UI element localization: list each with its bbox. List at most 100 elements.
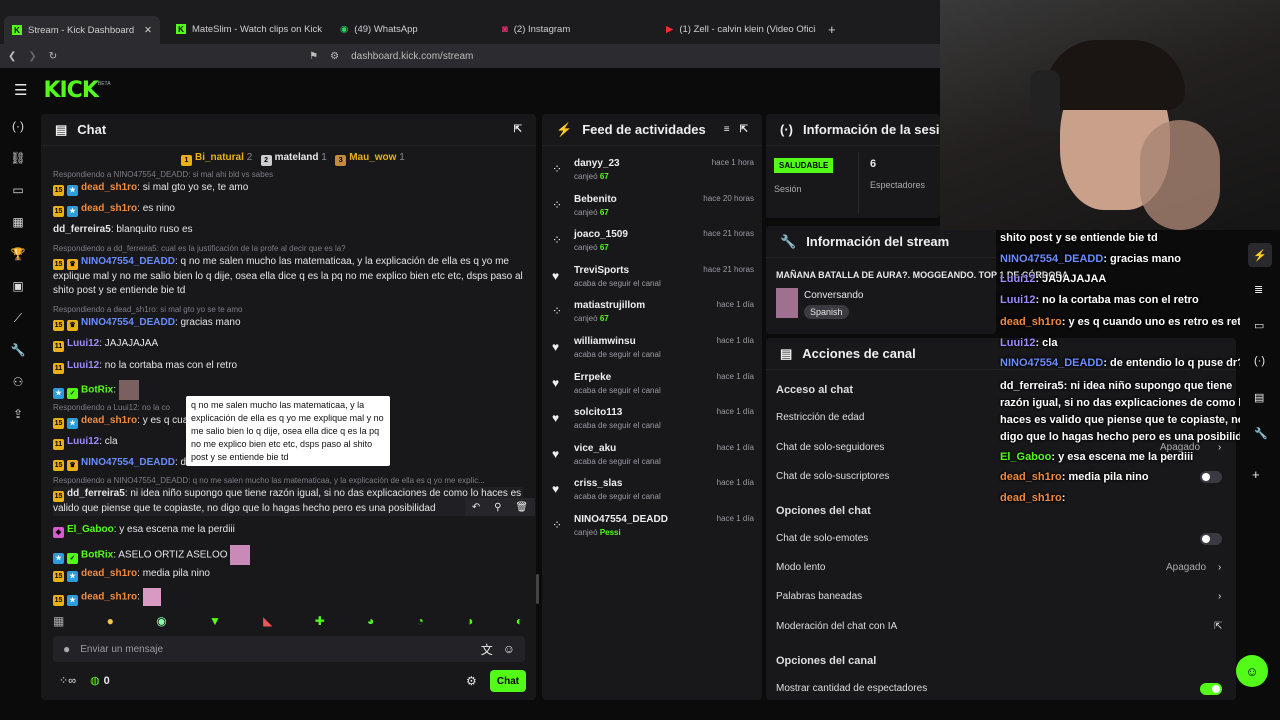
feed-item[interactable]: ♥ TreviSports acaba de seguir el canal hac… [552, 265, 754, 299]
chevron-right-icon[interactable]: › [1218, 562, 1221, 573]
show-viewers-row[interactable]: Mostrar cantidad de espectadores [776, 683, 927, 694]
emote-icon[interactable]: ● [107, 614, 114, 630]
filter-icon[interactable]: ≡ [724, 124, 730, 135]
close-icon[interactable]: ✕ [144, 25, 152, 36]
wrench-icon[interactable]: 🔧 [1254, 427, 1268, 440]
chat-message[interactable]: 15 ★ dead_sh1ro: es nino [53, 202, 523, 217]
trophy-icon[interactable]: 🏆 [8, 244, 28, 264]
feed-username[interactable]: Bebenito [574, 194, 617, 205]
chat-message[interactable]: dd_ferreira5: blanquito ruso es [53, 223, 523, 237]
link-icon[interactable]: ⛓ [8, 148, 28, 168]
analytics-icon[interactable]: ⟋ [8, 308, 28, 328]
screen-icon[interactable]: ▭ [1254, 319, 1264, 332]
reply-icon[interactable]: ↶ [472, 502, 480, 513]
window-icon[interactable]: ▭ [8, 180, 28, 200]
delete-icon[interactable]: 🗑 [515, 502, 528, 513]
emote-icon[interactable]: ◉ [156, 614, 166, 630]
chat-message[interactable]: 11 Luui12: no la cortaba mas con el retro [53, 359, 523, 374]
feed-username[interactable]: vice_aku [574, 443, 616, 454]
emote-icon[interactable]: ◑ [466, 614, 473, 630]
feed-username[interactable]: williamwinsu [574, 336, 636, 347]
slow-mode-row[interactable]: Modo lento [776, 562, 825, 573]
popout-icon[interactable]: ⇱ [514, 124, 522, 135]
send-chat-button[interactable]: Chat [490, 670, 526, 692]
chat-message[interactable]: 15 ♛ NINO47554_DEADD: q no me salen mucho … [53, 255, 523, 298]
emote-icon[interactable]: ◣ [263, 614, 272, 630]
chat-message[interactable]: 15 ★ dead_sh1ro: si mal gto yo se, te amo [53, 181, 523, 196]
feed-username[interactable]: danyy_23 [574, 158, 620, 169]
chat-message[interactable]: 15 ♛ NINO47554_DEADD: gracias mano [53, 316, 523, 331]
feed-item[interactable]: ⁘ matiastrujillom canjeó 67 hace 1 día [552, 300, 754, 334]
feed-username[interactable]: matiastrujillom [574, 300, 645, 311]
translate-icon[interactable]: 文 [481, 641, 493, 658]
feed-item[interactable]: ⁘ NINO47554_DEADD canjeó Pessi hace 1 día [552, 514, 754, 548]
url-field[interactable]: dashboard.kick.com/stream [351, 51, 473, 62]
lightning-icon[interactable]: ⚡ [1248, 243, 1272, 267]
category[interactable]: Conversando [804, 290, 863, 301]
emoji-icon[interactable]: ☺ [503, 642, 515, 656]
upload-icon[interactable]: ⇪ [8, 404, 28, 424]
bookmark-icon[interactable]: ⚑ [309, 51, 318, 62]
feed-item[interactable]: ♥ williamwinsu acaba de seguir el canal ha… [552, 336, 754, 370]
chart-icon[interactable]: ▦ [8, 212, 28, 232]
panel-icon[interactable]: ▤ [1254, 391, 1264, 404]
pin-icon[interactable]: ⚲ [494, 502, 501, 513]
feed-username[interactable]: joaco_1509 [574, 229, 628, 240]
emote-icon[interactable]: ◐ [516, 614, 523, 630]
help-chat-icon[interactable]: ☺ [1236, 655, 1268, 687]
tab-youtube[interactable]: ▶ (1) Zell - calvin klein (Video Oficial… [666, 18, 816, 40]
feed-item[interactable]: ♥ criss_slas acaba de seguir el canal hace… [552, 478, 754, 512]
banned-words-row[interactable]: Palabras baneadas [776, 591, 862, 602]
kick-logo[interactable]: KICK [43, 78, 98, 103]
reload-icon[interactable]: ↻ [49, 51, 57, 62]
site-info-icon[interactable]: ⚙ [330, 51, 339, 62]
tab-mateslim[interactable]: K MateSlim - Watch clips on Kick [176, 18, 326, 40]
show-viewers-toggle[interactable] [1200, 683, 1222, 695]
subs-only-row[interactable]: Chat de solo-suscriptores [776, 471, 889, 482]
feed-item[interactable]: ♥ solcito113 acaba de seguir el canal hace… [552, 407, 754, 441]
forward-icon[interactable]: ❯ [28, 51, 36, 62]
feed-item[interactable]: ⁘ joaco_1509 canjeó 67 hace 21 horas [552, 229, 754, 263]
feed-username[interactable]: TreviSports [574, 265, 629, 276]
message-input-box[interactable]: ● Enviar un mensaje 文 ☺ [53, 636, 525, 662]
emotes-only-toggle[interactable] [1200, 533, 1222, 545]
feed-username[interactable]: NINO47554_DEADD [574, 514, 668, 525]
infinity-icon[interactable]: ⁘∞ [59, 674, 76, 687]
age-restriction-row[interactable]: Restricción de edad [776, 412, 864, 423]
followers-only-row[interactable]: Chat de solo-seguidores [776, 442, 884, 453]
feed-item[interactable]: ♥ vice_aku acaba de seguir el canal hace 1… [552, 443, 754, 477]
popout-icon[interactable]: ⇱ [740, 124, 748, 135]
chat-message[interactable]: ◆ El_Gaboo: y esa escena me la perdiii [53, 523, 523, 538]
emote-icon[interactable]: ◔ [417, 614, 424, 630]
media-icon[interactable]: ▣ [8, 276, 28, 296]
chevron-right-icon[interactable]: › [1218, 591, 1221, 602]
tab-whatsapp[interactable]: ◉ (49) WhatsApp [340, 18, 490, 40]
wrench-icon[interactable]: 🔧 [8, 340, 28, 360]
emote-icon[interactable]: ▼ [209, 614, 221, 630]
feed-username[interactable]: Errpeke [574, 372, 611, 383]
emote-icon[interactable]: ▦ [53, 614, 64, 630]
feed-username[interactable]: criss_slas [574, 478, 622, 489]
chat-message[interactable]: 11 Luui12: JAJAJAJAA [53, 337, 523, 352]
scrollbar[interactable] [536, 574, 539, 604]
emote-icon[interactable]: ◕ [367, 614, 374, 630]
chat-message[interactable]: ★ ✓ BotRix: ASELO ORTIZ ASELOO [53, 545, 523, 565]
emote-icon[interactable]: ✚ [315, 614, 325, 630]
feed-item[interactable]: ⁘ danyy_23 canjeó 67 hace 1 hora [552, 158, 754, 192]
message-input[interactable]: Enviar un mensaje [80, 644, 163, 655]
settings-icon[interactable]: ⚙ [466, 674, 477, 688]
emotes-only-row[interactable]: Chat de solo-emotes [776, 533, 868, 544]
chat-message[interactable]: 15 dd_ferreira5: ni idea niño supongo que… [53, 487, 523, 516]
chat-message[interactable]: 15 ★ dead_sh1ro: media pila nino [53, 567, 523, 582]
feed-item[interactable]: ♥ Errpeke acaba de seguir el canal hace 1 … [552, 372, 754, 406]
stream-icon[interactable]: (·) [8, 116, 28, 136]
stream-icon[interactable]: (·) [1254, 355, 1265, 367]
chat-message[interactable]: 15 ★ dead_sh1ro: [53, 588, 523, 606]
plus-icon[interactable]: + [1252, 467, 1260, 482]
subs-only-toggle[interactable] [1200, 471, 1222, 483]
users-icon[interactable]: ⚇ [8, 372, 28, 392]
ai-moderation-row[interactable]: Moderación del chat con IA [776, 621, 897, 632]
list-icon[interactable]: ≣ [1254, 283, 1263, 296]
tab-kick-dashboard[interactable]: K Stream - Kick Dashboard ✕ [4, 16, 160, 44]
back-icon[interactable]: ❮ [8, 51, 16, 62]
